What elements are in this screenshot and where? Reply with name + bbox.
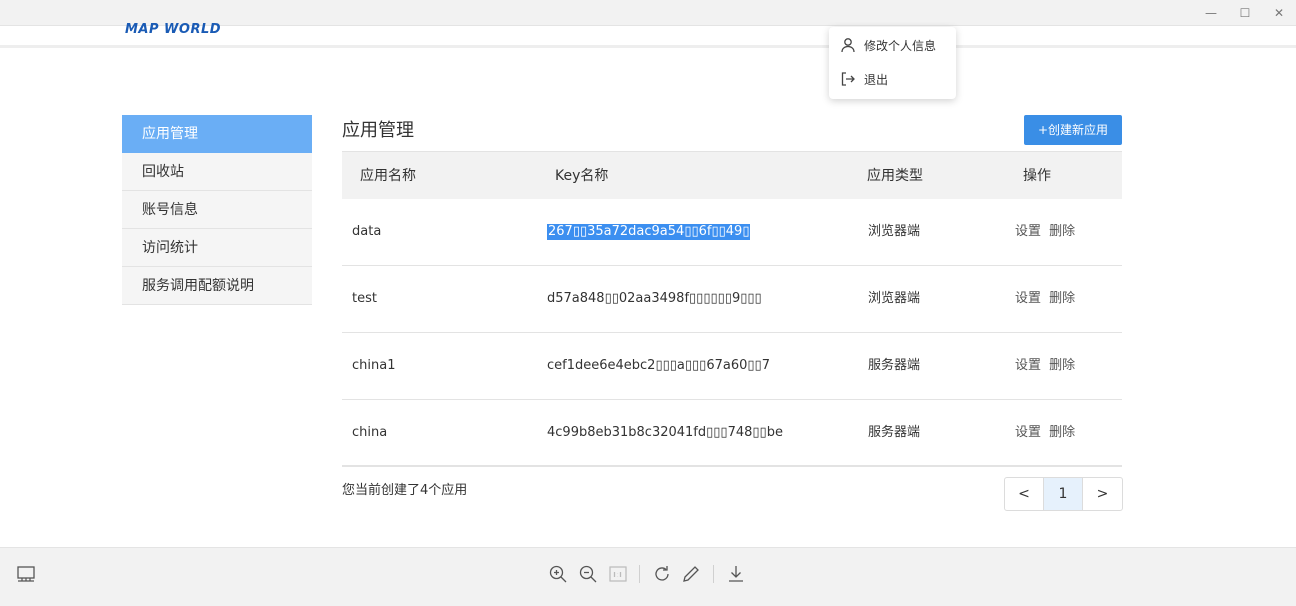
header-divider: [0, 45, 1296, 48]
user-icon: [841, 38, 855, 53]
menu-item-label: 修改个人信息: [864, 38, 937, 53]
delete-link[interactable]: 删除: [1049, 291, 1075, 306]
table-row: test d57a848▯▯02aa3498f▯▯▯▯▯▯9▯▯▯ 浏览器端 设…: [342, 266, 1122, 333]
app-type: 浏览器端: [868, 224, 921, 239]
logout-icon: [841, 72, 855, 86]
header-app-type: 应用类型: [867, 168, 923, 184]
app-key[interactable]: 4c99b8eb31b8c32041fd▯▯▯748▯▯be: [547, 400, 783, 466]
zoom-out-icon[interactable]: [578, 564, 598, 584]
prev-page-button[interactable]: <: [1005, 478, 1044, 510]
viewer-toolbar: [0, 547, 1296, 606]
app-type: 浏览器端: [868, 291, 921, 306]
close-icon[interactable]: ✕: [1270, 4, 1288, 22]
sidebar-item-access-stats[interactable]: 访问统计: [122, 229, 312, 267]
user-dropdown-menu: 修改个人信息 退出: [829, 27, 956, 99]
download-icon[interactable]: [726, 564, 746, 584]
settings-link[interactable]: 设置: [1015, 224, 1041, 239]
sidebar-item-account-info[interactable]: 账号信息: [122, 191, 312, 229]
app-type: 服务器端: [868, 425, 921, 440]
layout-icon[interactable]: [16, 564, 36, 584]
maximize-icon[interactable]: ☐: [1236, 4, 1254, 22]
actual-size-icon[interactable]: [608, 564, 628, 584]
pagination: < 1 >: [1004, 477, 1123, 511]
menu-item-label: 退出: [864, 72, 889, 87]
sidebar-item-app-management[interactable]: 应用管理: [122, 115, 312, 153]
delete-link[interactable]: 删除: [1049, 425, 1075, 440]
sidebar: 应用管理 回收站 账号信息 访问统计 服务调用配额说明: [122, 115, 312, 305]
app-key[interactable]: d57a848▯▯02aa3498f▯▯▯▯▯▯9▯▯▯: [547, 266, 762, 332]
menu-item-logout[interactable]: 退出: [829, 64, 956, 94]
app-name: china: [352, 425, 388, 440]
app-count-summary: 您当前创建了4个应用: [342, 483, 468, 498]
settings-link[interactable]: 设置: [1015, 291, 1041, 306]
minimize-icon[interactable]: —: [1202, 4, 1220, 22]
app-name: data: [352, 224, 382, 239]
app-key[interactable]: 267▯▯35a72dac9a54▯▯6f▯▯49▯: [547, 224, 751, 240]
toolbar-separator: [713, 565, 714, 583]
app-type: 服务器端: [868, 358, 921, 373]
page-1-button[interactable]: 1: [1044, 478, 1083, 510]
next-page-button[interactable]: >: [1083, 478, 1122, 510]
table-row: china1 cef1dee6e4ebc2▯▯▯a▯▯▯67a60▯▯7 服务器…: [342, 333, 1122, 400]
app-key[interactable]: cef1dee6e4ebc2▯▯▯a▯▯▯67a60▯▯7: [547, 333, 770, 399]
mapworld-logo[interactable]: MAP WORLD: [125, 22, 221, 38]
zoom-in-icon[interactable]: [548, 564, 568, 584]
menu-item-edit-profile[interactable]: 修改个人信息: [829, 30, 956, 60]
header-actions: 操作: [1023, 168, 1051, 184]
table-row: data 267▯▯35a72dac9a54▯▯6f▯▯49▯ 浏览器端 设置 …: [342, 199, 1122, 266]
app-name: test: [352, 291, 377, 306]
sidebar-item-quota-description[interactable]: 服务调用配额说明: [122, 267, 312, 305]
sidebar-item-recycle-bin[interactable]: 回收站: [122, 153, 312, 191]
table-row: china 4c99b8eb31b8c32041fd▯▯▯748▯▯be 服务器…: [342, 400, 1122, 467]
app-name: china1: [352, 358, 396, 373]
create-app-button[interactable]: +创建新应用: [1024, 115, 1122, 145]
apps-table: 应用名称 Key名称 应用类型 操作 data 267▯▯35a72dac9a5…: [342, 151, 1122, 467]
page-title: 应用管理: [342, 120, 414, 141]
settings-link[interactable]: 设置: [1015, 358, 1041, 373]
header-key-name: Key名称: [555, 168, 609, 184]
delete-link[interactable]: 删除: [1049, 358, 1075, 373]
edit-icon[interactable]: [681, 564, 701, 584]
header-app-name: 应用名称: [360, 168, 416, 184]
rotate-icon[interactable]: [652, 564, 672, 584]
delete-link[interactable]: 删除: [1049, 224, 1075, 239]
toolbar-separator: [639, 565, 640, 583]
settings-link[interactable]: 设置: [1015, 425, 1041, 440]
table-header: 应用名称 Key名称 应用类型 操作: [342, 151, 1122, 199]
